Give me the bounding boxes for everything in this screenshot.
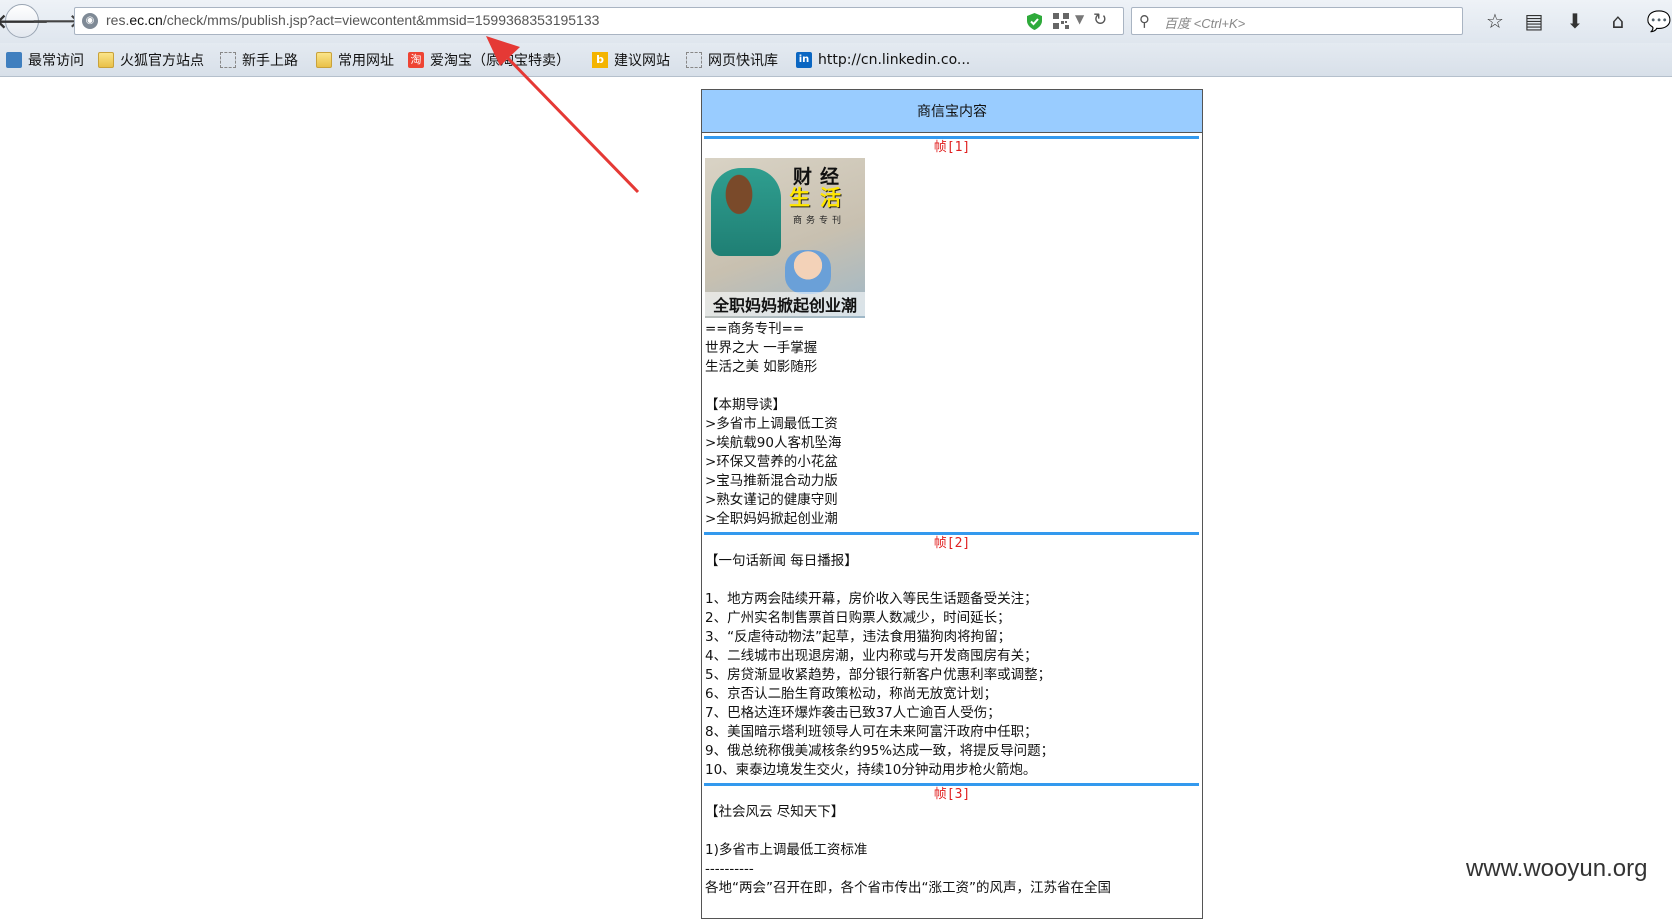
history-icon — [6, 52, 22, 68]
image-tag-main: 生活 — [789, 186, 851, 210]
url-path: /check/mms/publish.jsp?act=viewcontent&m… — [162, 12, 600, 28]
bookmark-getting-started[interactable]: 新手上路 — [220, 51, 298, 69]
browser-toolbar: 🡐 🡒 ◉ res.ec.cn/check/mms/publish.jsp?ac… — [0, 0, 1672, 43]
page-icon — [686, 52, 702, 68]
bookmark-label: http://cn.linkedin.co... — [818, 52, 971, 68]
folder-icon — [98, 52, 114, 68]
bookmark-label: 新手上路 — [242, 53, 298, 69]
bookmarks-bar: 最常访问 火狐官方站点 新手上路 常用网址 淘 爱淘宝（原淘宝特卖） b 建议网… — [0, 43, 1672, 77]
forward-button[interactable]: 🡒 — [32, 10, 80, 32]
bookmark-linkedin[interactable]: in http://cn.linkedin.co... — [796, 51, 970, 69]
frame-text: ==商务专刊== 世界之大 一手掌握 生活之美 如影随形 【本期导读】 >多省市… — [705, 321, 842, 527]
watermark: www.wooyun.org — [1466, 855, 1648, 882]
address-bar[interactable]: ◉ res.ec.cn/check/mms/publish.jsp?act=vi… — [74, 7, 1124, 35]
arrow-right-icon: 🡒 — [31, 10, 81, 32]
home-icon[interactable]: ⌂ — [1604, 7, 1632, 35]
frame-text: 【社会风云 尽知天下】 1)多省市上调最低工资标准 ---------- 各地“… — [705, 804, 1111, 896]
bookmark-label: 网页快讯库 — [708, 53, 778, 69]
bookmark-label: 爱淘宝（原淘宝特卖） — [430, 53, 570, 69]
reload-icon[interactable]: ↻ — [1093, 10, 1107, 30]
chat-icon[interactable]: 💬 — [1645, 7, 1672, 35]
mms-frame-1: 帧[1] 财经 生活 商务专刊 全职妈妈掀起创业潮 ==商务专刊== 世界之大 … — [702, 136, 1202, 529]
qr-code-icon[interactable] — [1053, 13, 1069, 29]
linkedin-icon: in — [796, 52, 812, 68]
reading-list-icon[interactable]: ▤ — [1520, 7, 1548, 35]
bookmark-label: 最常访问 — [28, 53, 84, 69]
url-host: ec.cn — [129, 12, 163, 28]
bookmark-label: 建议网站 — [614, 53, 670, 69]
mms-content-panel: 商信宝内容 帧[1] 财经 生活 商务专刊 全职妈妈掀起创业潮 ==商务专刊==… — [701, 89, 1203, 919]
shield-icon[interactable] — [1027, 13, 1042, 30]
frame-title: 帧[1] — [933, 140, 971, 155]
bookmark-label: 火狐官方站点 — [120, 53, 204, 69]
url-prefix: res. — [106, 12, 130, 28]
bookmark-suggested-sites[interactable]: b 建议网站 — [592, 51, 670, 69]
woman-figure — [711, 168, 781, 256]
image-tag-sub: 商务专刊 — [793, 216, 846, 226]
bookmark-web-slices[interactable]: 网页快讯库 — [686, 51, 778, 69]
bookmark-firefox-sites[interactable]: 火狐官方站点 — [98, 51, 204, 69]
mms-frame-2: 帧[2] 【一句话新闻 每日播报】 1、地方两会陆续开幕，房价收入等民生话题备受… — [702, 532, 1202, 780]
folder-icon — [316, 52, 332, 68]
url-text[interactable]: res.ec.cn/check/mms/publish.jsp?act=view… — [106, 12, 599, 28]
frame-title: 帧[2] — [933, 536, 971, 551]
download-icon[interactable]: ⬇ — [1561, 7, 1589, 35]
taobao-icon: 淘 — [408, 52, 424, 68]
globe-icon: ◉ — [82, 13, 98, 29]
image-caption: 全职妈妈掀起创业潮 — [705, 292, 865, 316]
search-placeholder: 百度 <Ctrl+K> — [1164, 16, 1246, 31]
frame-title: 帧[3] — [933, 787, 971, 802]
frame-text: 【一句话新闻 每日播报】 1、地方两会陆续开幕，房价收入等民生话题备受关注； 2… — [705, 553, 1055, 778]
baby-figure — [785, 250, 831, 294]
search-bar[interactable]: ⚲ 百度 <Ctrl+K> — [1131, 7, 1463, 35]
bookmark-common-sites[interactable]: 常用网址 — [316, 51, 394, 69]
mms-header: 商信宝内容 — [702, 90, 1202, 133]
bookmark-most-visited[interactable]: 最常访问 — [6, 51, 84, 69]
dropdown-icon[interactable]: ▼ — [1075, 12, 1084, 26]
mms-frame-3: 帧[3] 【社会风云 尽知天下】 1)多省市上调最低工资标准 ---------… — [702, 783, 1202, 898]
page-icon — [220, 52, 236, 68]
promo-image: 财经 生活 商务专刊 全职妈妈掀起创业潮 — [705, 158, 865, 318]
bookmark-aitaobao[interactable]: 淘 爱淘宝（原淘宝特卖） — [408, 51, 570, 69]
bing-icon: b — [592, 52, 608, 68]
search-icon: ⚲ — [1139, 12, 1150, 30]
bookmark-label: 常用网址 — [338, 53, 394, 69]
star-icon[interactable]: ☆ — [1481, 7, 1509, 35]
